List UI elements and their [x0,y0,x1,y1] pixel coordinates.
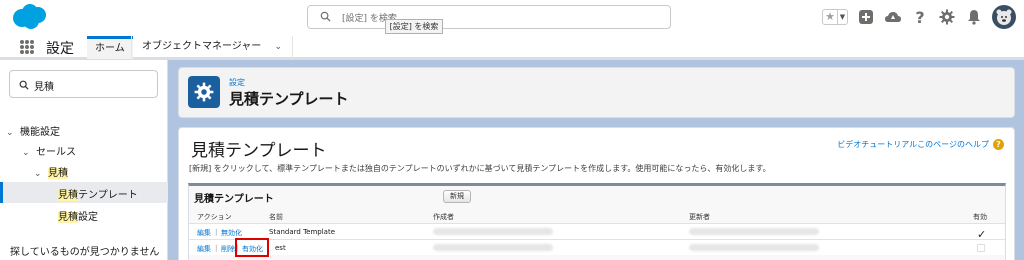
tab-object-manager-label: オブジェクトマネージャー [142,41,262,52]
chevron-down-icon[interactable]: ⌄ [22,148,36,158]
tree-label: テンプレート [78,190,138,201]
deactivate-link[interactable]: 無効化 [221,228,242,238]
help-question: 探しているものが見つかりませんか? [10,247,160,258]
tree-item-quote[interactable]: ⌄ 見積 [34,164,68,179]
description-text: [新規] をクリックして、標準テンプレートまたは独自のテンプレートのいずれかに基… [189,164,771,173]
redacted-created-by [433,228,553,235]
tree-item-features[interactable]: ⌄ 機能設定 [6,123,60,138]
tab-home[interactable]: ホーム [87,36,133,59]
app-name: 設定 [46,41,74,57]
favorites-button[interactable]: ★ ▼ [822,9,848,25]
star-icon: ★ [825,10,835,23]
new-button[interactable]: 新規 [443,190,471,203]
chevron-down-icon[interactable]: ⌄ [275,42,283,52]
template-name: Standard Template [269,228,336,236]
plus-icon[interactable] [857,8,875,26]
breadcrumb[interactable]: 設定 [229,77,245,88]
tree-item-quote-settings[interactable]: 見積設定 [58,208,98,223]
global-search-input[interactable]: [設定] を検索 [307,5,671,29]
column-header-active: 有効 [973,213,987,221]
edit-link[interactable]: 編集 [197,228,211,238]
header-utility-icons: ★ ▼ ? [822,5,1016,29]
tree-label: 機能設定 [20,127,60,138]
chevron-down-icon[interactable]: ⌄ [34,169,48,179]
tree-label-highlight: 見積 [58,212,78,223]
content-title: 見積テンプレート [191,141,327,161]
tree-item-quote-templates[interactable]: 見積テンプレート [58,186,138,201]
annotation-highlight-box [235,238,269,257]
edit-link[interactable]: 編集 [197,244,211,254]
help-icon: ? [993,139,1004,150]
tree-label: 設定 [78,212,98,223]
chevron-down-icon[interactable]: ▼ [837,10,847,24]
search-tooltip: [設定] を検索 [385,19,443,34]
active-checkbox-empty [977,244,985,252]
delete-link[interactable]: 削除 [221,244,235,254]
tree-label-highlight: 見積 [58,190,78,201]
gear-icon [188,76,220,108]
help-link-label: ビデオチュートリアルこのページのヘルプ [837,140,989,149]
redacted-modified-by [689,244,819,251]
search-icon [320,11,331,25]
tree-item-sales[interactable]: ⌄ セールス [22,143,76,158]
column-header-modified-by: 更新者 [689,213,710,221]
table-row: 編集 | 削除 | 有効化 est [189,239,1005,255]
column-header-action: アクション [197,213,232,221]
help-link[interactable]: ビデオチュートリアルこのページのヘルプ ? [837,139,1004,150]
global-header: [設定] を検索 [設定] を検索 ★ ▼ ? [0,0,1024,34]
table-row: 編集 | 無効化 Standard Template ✓ [189,223,1005,241]
quote-template-table: 見積テンプレート 新規 アクション 名前 作成者 更新者 有効 編集 | 無効化… [188,183,1006,260]
gear-icon[interactable] [938,8,956,26]
page-header-card: 設定 見積テンプレート [178,67,1015,118]
tree-label: セールス [36,147,76,158]
app-launcher-icon[interactable] [20,40,34,54]
column-header-created-by: 作成者 [433,213,454,221]
redacted-modified-by [689,228,819,235]
search-icon [19,79,29,93]
table-header: アクション 名前 作成者 更新者 有効 [189,211,1005,223]
tree-label-highlight: 見積 [48,168,68,179]
chevron-down-icon[interactable]: ⌄ [6,128,20,138]
help-icon[interactable]: ? [911,8,929,27]
page-title: 見積テンプレート [229,90,349,108]
setup-sidebar: 見積 ⌄ 機能設定 ⌄ セールス ⌄ 見積 見積テンプレート 見積設定 探しているもの… [0,60,168,260]
quick-find-value: 見積 [34,82,54,93]
app-nav-bar: 設定 ホーム オブジェクトマネージャー ⌄ [0,34,1024,60]
tab-home-label: ホーム [95,43,125,54]
separator: | [215,244,218,252]
quick-find-input[interactable]: 見積 [9,70,158,98]
redacted-created-by [433,244,553,251]
template-name: est [275,244,286,252]
trailhead-icon[interactable] [884,8,902,26]
tab-object-manager[interactable]: オブジェクトマネージャー ⌄ [131,36,294,59]
content-card: 見積テンプレート ビデオチュートリアルこのページのヘルプ ? [新規] をクリッ… [178,127,1015,260]
bell-icon[interactable] [965,8,983,26]
column-header-name: 名前 [269,213,283,221]
separator: | [215,228,218,236]
table-title: 見積テンプレート [194,194,274,205]
salesforce-cloud-logo[interactable] [10,2,48,30]
avatar[interactable] [992,5,1016,29]
